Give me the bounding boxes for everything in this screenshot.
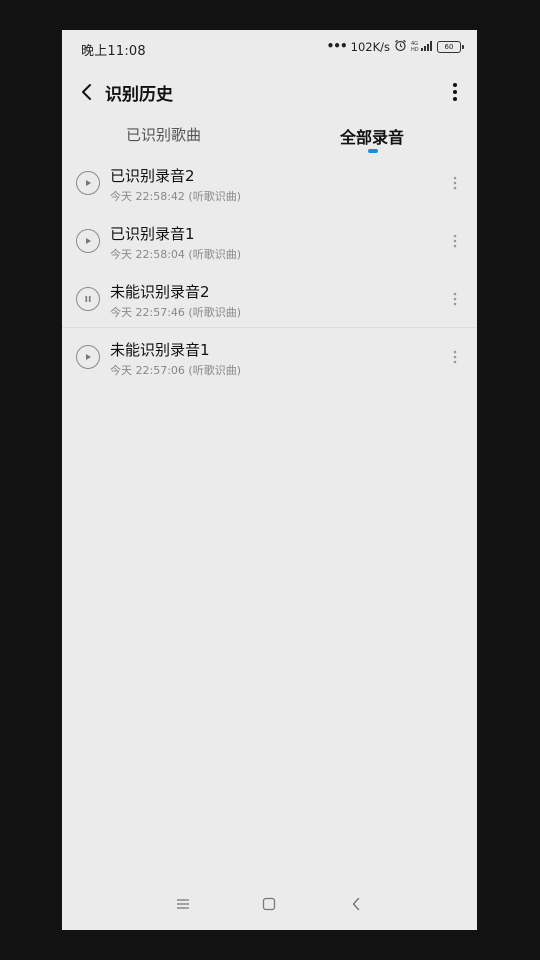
menu-icon <box>177 899 189 909</box>
play-icon <box>86 354 91 360</box>
battery-icon: 60 <box>437 41 464 53</box>
recording-title: 已识别录音1 <box>110 225 195 243</box>
4g-signal-icon: 4G HD <box>411 40 433 55</box>
recording-subtitle: 今天 22:57:06 (听歌识曲) <box>110 364 241 377</box>
tab-recognized-songs[interactable]: 已识别歌曲 <box>126 124 201 145</box>
play-icon <box>86 180 91 186</box>
vertical-dots-icon <box>453 176 457 190</box>
pause-button[interactable] <box>76 287 100 311</box>
item-more-button[interactable] <box>447 345 463 369</box>
vertical-dots-icon <box>453 83 457 101</box>
recording-title: 已识别录音2 <box>110 167 195 185</box>
recording-subtitle: 今天 22:57:46 (听歌识曲) <box>110 306 241 319</box>
recording-list: 已识别录音2 今天 22:58:42 (听歌识曲) 已识别录音1 今天 22:5… <box>62 154 477 386</box>
recording-title: 未能识别录音2 <box>110 283 210 301</box>
home-square-icon <box>262 897 276 911</box>
status-icons: ••• 102K/s 4G HD 60 <box>326 39 464 55</box>
navigation-bar <box>62 876 477 930</box>
signal-dots-icon: ••• <box>326 39 348 53</box>
vertical-dots-icon <box>453 234 457 248</box>
chevron-left-icon <box>82 84 91 100</box>
play-button[interactable] <box>76 229 100 253</box>
play-button[interactable] <box>76 345 100 369</box>
list-item[interactable]: 未能识别录音2 今天 22:57:46 (听歌识曲) <box>62 270 477 328</box>
list-item[interactable]: 未能识别录音1 今天 22:57:06 (听歌识曲) <box>62 328 477 386</box>
tab-all-recordings[interactable]: 全部录音 <box>340 124 404 148</box>
page-title: 识别历史 <box>105 85 173 105</box>
item-more-button[interactable] <box>447 171 463 195</box>
phone-screen: 晚上11:08 ••• 102K/s 4G HD 60 识别历史 已识别歌曲 全… <box>62 30 477 930</box>
status-time: 晚上11:08 <box>81 44 146 59</box>
active-tab-indicator <box>368 149 378 153</box>
item-more-button[interactable] <box>447 229 463 253</box>
back-chevron-icon <box>352 897 360 911</box>
vertical-dots-icon <box>453 292 457 306</box>
play-icon <box>86 238 91 244</box>
nav-back-button[interactable] <box>346 894 366 914</box>
recording-subtitle: 今天 22:58:42 (听歌识曲) <box>110 190 241 203</box>
pause-icon <box>85 296 91 302</box>
item-more-button[interactable] <box>447 287 463 311</box>
list-item[interactable]: 已识别录音2 今天 22:58:42 (听歌识曲) <box>62 154 477 212</box>
nav-home-button[interactable] <box>259 894 279 914</box>
status-bar: 晚上11:08 ••• 102K/s 4G HD 60 <box>62 30 477 64</box>
list-item[interactable]: 已识别录音1 今天 22:58:04 (听歌识曲) <box>62 212 477 270</box>
alarm-icon <box>394 39 407 55</box>
back-button[interactable] <box>72 77 102 107</box>
play-button[interactable] <box>76 171 100 195</box>
vertical-dots-icon <box>453 350 457 364</box>
network-speed: 102K/s <box>350 40 390 54</box>
more-options-button[interactable] <box>443 77 467 107</box>
header: 识别历史 <box>62 70 477 114</box>
recording-title: 未能识别录音1 <box>110 341 210 359</box>
recording-subtitle: 今天 22:58:04 (听歌识曲) <box>110 248 241 261</box>
svg-text:HD: HD <box>411 47 419 52</box>
nav-menu-button[interactable] <box>173 894 193 914</box>
